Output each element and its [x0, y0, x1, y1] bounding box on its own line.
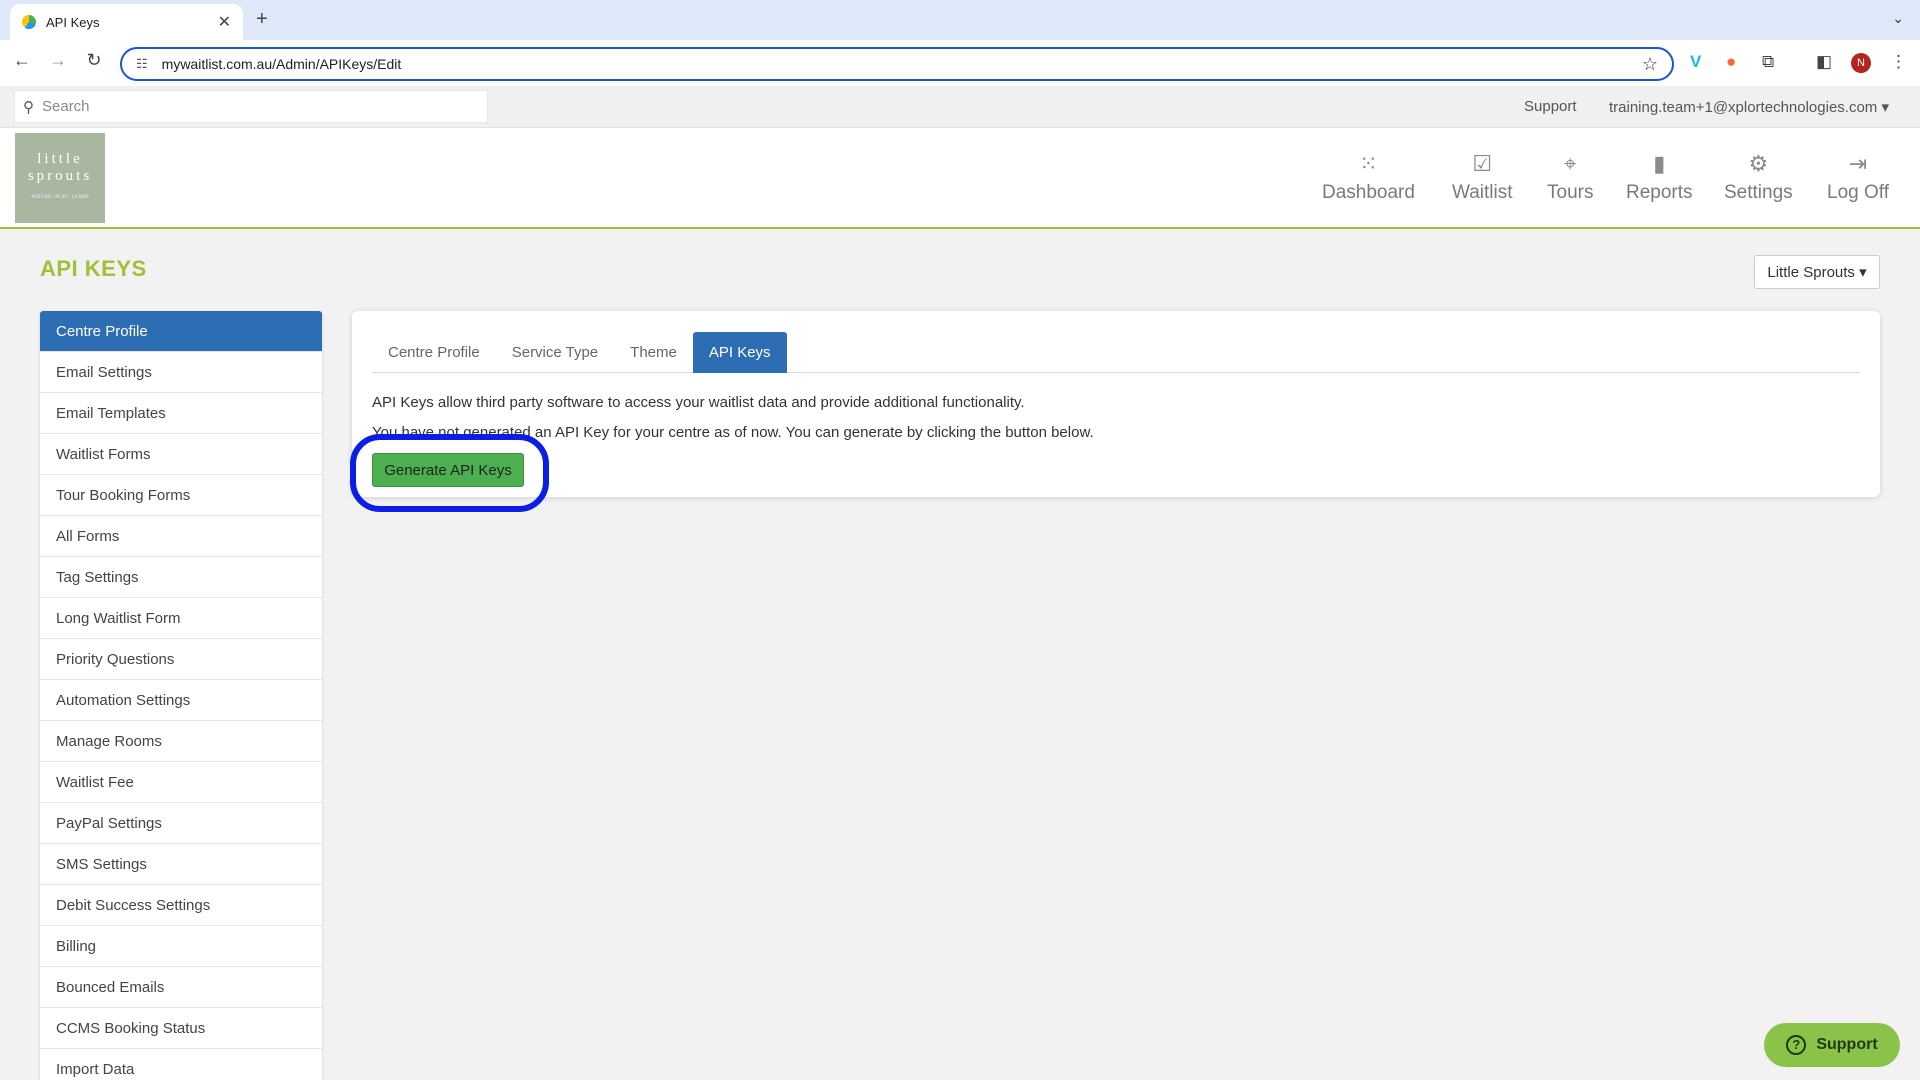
- site-info-icon[interactable]: ☷: [136, 56, 148, 72]
- sidebar-item-sms-settings[interactable]: SMS Settings: [40, 844, 322, 885]
- sidebar-item-email-settings[interactable]: Email Settings: [40, 352, 322, 393]
- sidebar-item-manage-rooms[interactable]: Manage Rooms: [40, 721, 322, 762]
- browser-tab[interactable]: API Keys ✕: [10, 4, 243, 40]
- search-input[interactable]: ⚲ Search: [14, 90, 488, 123]
- sidebar-item-tag-settings[interactable]: Tag Settings: [40, 557, 322, 598]
- support-link[interactable]: Support: [1524, 98, 1577, 115]
- caret-down-icon: ▾: [1859, 264, 1867, 281]
- support-chat-label: Support: [1816, 1036, 1878, 1053]
- sidebar-item-ccms-booking-status[interactable]: CCMS Booking Status: [40, 1008, 322, 1049]
- gear-icon: ⚙: [1748, 151, 1769, 176]
- sidebar-item-email-templates[interactable]: Email Templates: [40, 393, 322, 434]
- url-text: mywaitlist.com.au/Admin/APIKeys/Edit: [161, 56, 402, 72]
- bookmark-star-icon[interactable]: ☆: [1642, 54, 1658, 75]
- vimeo-extension-icon[interactable]: V: [1690, 52, 1701, 72]
- nav-waitlist-label: Waitlist: [1452, 182, 1513, 203]
- sidebar-item-waitlist-fee[interactable]: Waitlist Fee: [40, 762, 322, 803]
- extension-icon[interactable]: ●: [1726, 52, 1736, 72]
- tab-centre-profile[interactable]: Centre Profile: [372, 332, 496, 373]
- sidebar-item-automation-settings[interactable]: Automation Settings: [40, 680, 322, 721]
- centre-select-dropdown[interactable]: Little Sprouts ▾: [1754, 255, 1880, 289]
- bar-chart-icon: ▮: [1653, 151, 1666, 176]
- nav-dashboard[interactable]: ⁙ Dashboard: [1322, 150, 1415, 204]
- user-email: training.team+1@xplortechnologies.com: [1609, 99, 1878, 116]
- page-title: API KEYS: [40, 256, 147, 281]
- support-chat-button[interactable]: ? Support: [1764, 1023, 1900, 1067]
- nav-reports-label: Reports: [1626, 182, 1693, 203]
- api-keys-description: API Keys allow third party software to a…: [372, 394, 1025, 411]
- sidebar-item-paypal-settings[interactable]: PayPal Settings: [40, 803, 322, 844]
- sidebar-item-long-waitlist-form[interactable]: Long Waitlist Form: [40, 598, 322, 639]
- settings-sidebar: Centre Profile Email Settings Email Temp…: [40, 311, 322, 1080]
- map-icon: ⌖: [1564, 151, 1577, 176]
- centre-logo[interactable]: little sprouts NATURE · PLAY · LEARN: [15, 133, 105, 223]
- sidebar-item-all-forms[interactable]: All Forms: [40, 516, 322, 557]
- side-panel-icon[interactable]: ◧: [1816, 52, 1832, 72]
- tab-search-chevron-icon[interactable]: ⌄: [1892, 10, 1904, 27]
- browser-menu-icon[interactable]: ⋮: [1890, 52, 1907, 72]
- sidebar-item-billing[interactable]: Billing: [40, 926, 322, 967]
- tab-service-type[interactable]: Service Type: [496, 332, 614, 373]
- user-menu[interactable]: training.team+1@xplortechnologies.com ▾: [1609, 98, 1889, 116]
- grid-icon: ⁙: [1359, 151, 1378, 176]
- sidebar-item-tour-booking-forms[interactable]: Tour Booking Forms: [40, 475, 322, 516]
- extensions-puzzle-icon[interactable]: ⧉: [1762, 52, 1774, 72]
- tab-theme[interactable]: Theme: [614, 332, 693, 373]
- new-tab-icon[interactable]: +: [256, 8, 268, 31]
- nav-tours-label: Tours: [1547, 182, 1594, 203]
- browser-tab-title: API Keys: [46, 14, 100, 30]
- forward-icon[interactable]: →: [46, 50, 70, 71]
- back-icon[interactable]: ←: [10, 50, 34, 71]
- logo-tagline: NATURE · PLAY · LEARN: [31, 194, 89, 200]
- browser-toolbar: ← → ↻ ☷ mywaitlist.com.au/Admin/APIKeys/…: [0, 40, 1920, 86]
- sidebar-item-bounced-emails[interactable]: Bounced Emails: [40, 967, 322, 1008]
- app-header: little sprouts NATURE · PLAY · LEARN ⁙ D…: [0, 128, 1920, 229]
- sidebar-item-waitlist-forms[interactable]: Waitlist Forms: [40, 434, 322, 475]
- nav-log-off[interactable]: ⇥ Log Off: [1827, 150, 1889, 204]
- nav-dashboard-label: Dashboard: [1322, 182, 1415, 203]
- centre-select-value: Little Sprouts: [1767, 263, 1855, 281]
- help-circle-icon: ?: [1786, 1035, 1807, 1055]
- logo-line2: sprouts: [27, 167, 93, 184]
- sidebar-item-import-data[interactable]: Import Data: [40, 1049, 322, 1080]
- site-favicon-icon: [22, 15, 36, 29]
- logo-line1: little: [37, 150, 83, 167]
- profile-avatar[interactable]: N: [1851, 53, 1871, 73]
- inbox-check-icon: ☑: [1472, 151, 1493, 176]
- close-tab-icon[interactable]: ✕: [218, 12, 231, 32]
- sidebar-item-debit-success-settings[interactable]: Debit Success Settings: [40, 885, 322, 926]
- nav-log-off-label: Log Off: [1827, 182, 1889, 203]
- api-keys-panel: Centre Profile Service Type Theme API Ke…: [352, 311, 1880, 497]
- settings-tabs: Centre Profile Service Type Theme API Ke…: [372, 332, 1860, 373]
- nav-reports[interactable]: ▮ Reports: [1626, 150, 1693, 204]
- search-icon: ⚲: [23, 98, 34, 116]
- browser-tab-strip: API Keys ✕ + ⌄: [0, 0, 1920, 40]
- address-bar[interactable]: ☷ mywaitlist.com.au/Admin/APIKeys/Edit ☆: [120, 47, 1674, 81]
- app-top-bar: ⚲ Search Support training.team+1@xplorte…: [0, 86, 1920, 128]
- search-placeholder: Search: [42, 98, 90, 115]
- tab-api-keys[interactable]: API Keys: [692, 332, 787, 373]
- sign-out-icon: ⇥: [1848, 151, 1868, 176]
- highlight-circle: [350, 434, 549, 512]
- nav-settings[interactable]: ⚙ Settings: [1724, 150, 1793, 204]
- sidebar-item-priority-questions[interactable]: Priority Questions: [40, 639, 322, 680]
- nav-waitlist[interactable]: ☑ Waitlist: [1452, 150, 1513, 204]
- reload-icon[interactable]: ↻: [82, 50, 106, 71]
- sidebar-item-centre-profile[interactable]: Centre Profile: [40, 311, 322, 352]
- nav-settings-label: Settings: [1724, 182, 1793, 203]
- nav-tours[interactable]: ⌖ Tours: [1547, 150, 1593, 204]
